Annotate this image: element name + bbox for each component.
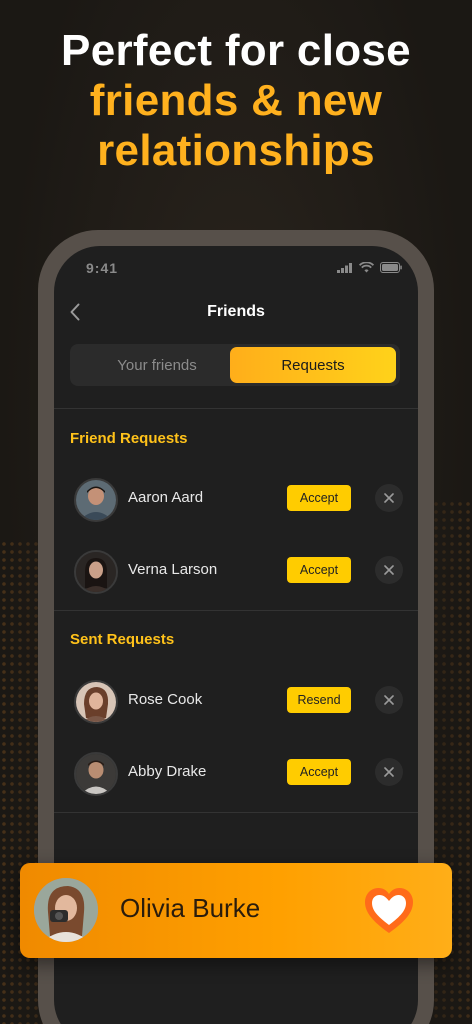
tab-your-friends[interactable]: Your friends xyxy=(74,347,240,383)
accept-button[interactable]: Accept xyxy=(287,485,351,511)
dismiss-button[interactable] xyxy=(375,484,403,512)
headline: Perfect for close friends & new relation… xyxy=(0,26,472,176)
row-name: Rose Cook xyxy=(128,691,203,708)
list-item: Rose Cook Resend xyxy=(54,672,418,728)
row-name: Abby Drake xyxy=(128,763,207,780)
row-name: Verna Larson xyxy=(128,561,218,578)
avatar[interactable] xyxy=(74,550,118,594)
avatar-photo-icon xyxy=(76,552,116,592)
avatar[interactable] xyxy=(74,752,118,796)
battery-icon xyxy=(380,262,402,273)
avatar[interactable] xyxy=(74,478,118,522)
close-icon xyxy=(384,493,394,503)
divider xyxy=(54,812,418,813)
signal-icon xyxy=(337,262,352,273)
page-title: Friends xyxy=(207,303,265,320)
tab-requests[interactable]: Requests xyxy=(230,347,396,383)
status-icons xyxy=(337,262,402,273)
close-icon xyxy=(384,695,394,705)
close-icon xyxy=(384,767,394,777)
avatar[interactable] xyxy=(74,680,118,724)
dismiss-button[interactable] xyxy=(375,758,403,786)
status-bar: 9:41 xyxy=(54,258,418,280)
close-icon xyxy=(384,565,394,575)
notification-name: Olivia Burke xyxy=(120,893,261,923)
promo-page: Perfect for close friends & new relation… xyxy=(0,0,472,1024)
avatar-photo-icon xyxy=(76,682,116,722)
avatar xyxy=(34,878,98,942)
dismiss-button[interactable] xyxy=(375,556,403,584)
divider xyxy=(54,408,418,409)
divider xyxy=(54,610,418,611)
heart-icon xyxy=(365,888,413,933)
headline-line-1: Perfect for close xyxy=(61,26,411,75)
segmented-tabs: Your friends Requests xyxy=(70,344,400,386)
list-item: Verna Larson Accept xyxy=(54,542,418,598)
friend-requests-title: Friend Requests xyxy=(70,430,188,447)
wifi-icon xyxy=(359,262,374,273)
match-notification-card[interactable]: Olivia Burke xyxy=(20,863,452,958)
sent-requests-title: Sent Requests xyxy=(70,631,175,648)
avatar-photo-icon xyxy=(76,480,116,520)
row-name: Aaron Aard xyxy=(128,489,204,506)
list-item: Aaron Aard Accept xyxy=(54,470,418,526)
avatar-photo-icon xyxy=(34,878,98,942)
resend-button[interactable]: Resend xyxy=(287,687,351,713)
avatar-photo-icon xyxy=(76,754,116,794)
list-item: Abby Drake Accept xyxy=(54,744,418,800)
headline-line-3: relationships xyxy=(97,126,375,175)
status-time: 9:41 xyxy=(86,260,119,276)
headline-line-2: friends & new xyxy=(89,76,383,125)
accept-button[interactable]: Accept xyxy=(287,557,351,583)
dismiss-button[interactable] xyxy=(375,686,403,714)
accept-button[interactable]: Accept xyxy=(287,759,351,785)
like-button[interactable] xyxy=(362,884,416,938)
